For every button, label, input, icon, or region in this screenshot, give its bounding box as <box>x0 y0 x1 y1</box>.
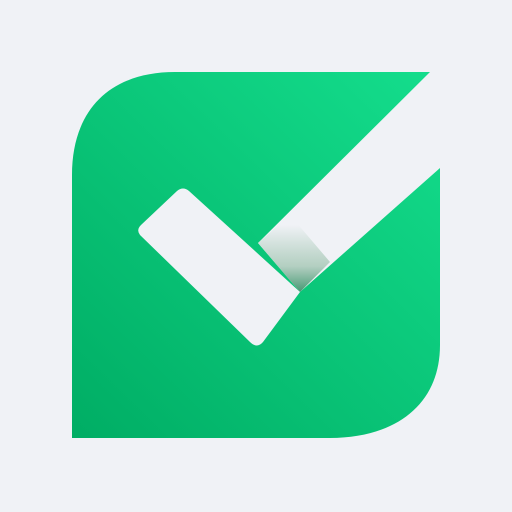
app-icon[interactable] <box>0 0 512 512</box>
app-icon-canvas <box>0 0 512 512</box>
